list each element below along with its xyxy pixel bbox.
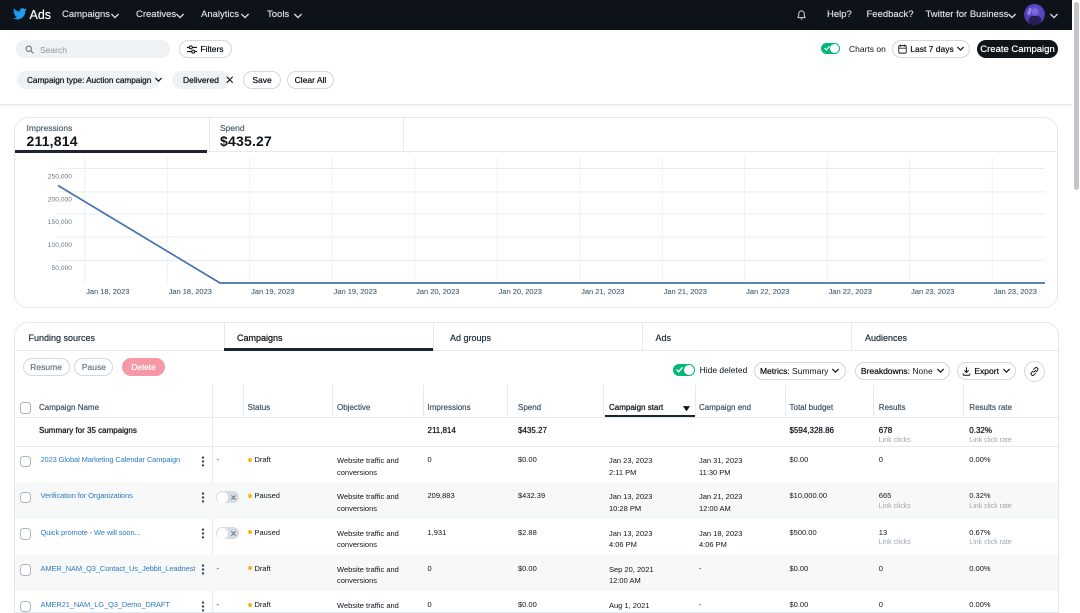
svg-text:Jan 18, 2023: Jan 18, 2023 — [86, 287, 129, 296]
svg-text:150,000: 150,000 — [48, 219, 72, 226]
svg-text:100,000: 100,000 — [48, 242, 72, 249]
svg-text:Jan 23, 2023: Jan 23, 2023 — [911, 287, 954, 296]
svg-text:Jan 22, 2023: Jan 22, 2023 — [829, 287, 872, 296]
svg-text:Jan 19, 2023: Jan 19, 2023 — [334, 287, 377, 296]
svg-text:Jan 20, 2023: Jan 20, 2023 — [416, 287, 459, 296]
svg-text:Jan 20, 2023: Jan 20, 2023 — [499, 287, 542, 296]
svg-text:Jan 18, 2023: Jan 18, 2023 — [169, 287, 212, 296]
svg-text:Jan 22, 2023: Jan 22, 2023 — [746, 287, 789, 296]
svg-text:50,000: 50,000 — [52, 265, 73, 272]
svg-text:Jan 21, 2023: Jan 21, 2023 — [664, 287, 707, 296]
svg-text:250,000: 250,000 — [48, 173, 72, 180]
svg-text:Jan 21, 2023: Jan 21, 2023 — [581, 287, 624, 296]
svg-text:Jan 19, 2023: Jan 19, 2023 — [251, 287, 294, 296]
svg-text:Jan 23, 2023: Jan 23, 2023 — [994, 287, 1037, 296]
svg-text:200,000: 200,000 — [48, 197, 72, 204]
